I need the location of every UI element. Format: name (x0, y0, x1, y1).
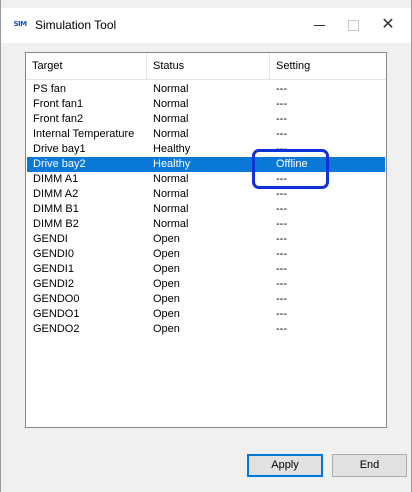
cell-setting: --- (276, 263, 287, 275)
close-icon: ✕ (381, 16, 395, 33)
cell-setting: --- (276, 218, 287, 230)
column-header-target[interactable]: Target (26, 53, 147, 79)
cell-target: Drive bay2 (33, 158, 86, 170)
app-icon: SIM (13, 20, 27, 28)
highlight-annotation (252, 149, 329, 189)
list-item[interactable]: DIMM A2 Normal --- (27, 187, 385, 202)
cell-status: Healthy (153, 158, 191, 170)
cell-target: GENDO1 (33, 308, 80, 320)
cell-setting: --- (276, 113, 287, 125)
list-item[interactable]: GENDO1 Open --- (27, 307, 385, 322)
column-header-setting[interactable]: Setting (270, 53, 386, 79)
cell-setting: --- (276, 128, 287, 140)
cell-setting: --- (276, 293, 287, 305)
list-item[interactable]: DIMM B2 Normal --- (27, 217, 385, 232)
cell-setting: --- (276, 188, 287, 200)
title-bar[interactable]: SIM Simulation Tool ✕ (1, 8, 411, 43)
list-header: Target Status Setting (26, 53, 386, 80)
cell-setting: --- (276, 98, 287, 110)
cell-target: DIMM A1 (33, 173, 79, 185)
cell-status: Normal (153, 83, 189, 95)
list-item[interactable]: DIMM A1 Normal --- (27, 172, 385, 187)
window-title: Simulation Tool (35, 18, 117, 32)
cell-status: Healthy (153, 143, 191, 155)
targets-list[interactable]: Target Status Setting PS fan Normal --- Fro… (25, 52, 387, 428)
cell-status: Normal (153, 113, 189, 125)
cell-status: Normal (153, 203, 189, 215)
list-item[interactable]: Drive bay2 Healthy Offline (27, 157, 385, 172)
cell-status: Normal (153, 218, 189, 230)
cell-setting: --- (276, 308, 287, 320)
minimize-icon (314, 25, 325, 26)
list-item[interactable]: GENDI1 Open --- (27, 262, 385, 277)
end-button[interactable]: End (332, 454, 407, 477)
cell-target: DIMM A2 (33, 188, 79, 200)
cell-target: GENDO2 (33, 323, 80, 335)
cell-target: Drive bay1 (33, 143, 86, 155)
close-button[interactable]: ✕ (365, 8, 411, 43)
cell-setting: --- (276, 248, 287, 260)
cell-target: GENDO0 (33, 293, 80, 305)
list-item[interactable]: Internal Temperature Normal --- (27, 127, 385, 142)
apply-button[interactable]: Apply (247, 454, 323, 477)
cell-status: Open (153, 323, 180, 335)
cell-setting: --- (276, 203, 287, 215)
cell-setting: --- (276, 233, 287, 245)
list-item[interactable]: GENDO0 Open --- (27, 292, 385, 307)
list-item[interactable]: PS fan Normal --- (27, 82, 385, 97)
list-item[interactable]: Drive bay1 Healthy --- (27, 142, 385, 157)
cell-target: DIMM B1 (33, 203, 79, 215)
cell-status: Open (153, 278, 180, 290)
cell-target: GENDI (33, 233, 68, 245)
cell-status: Open (153, 293, 180, 305)
list-item[interactable]: GENDI Open --- (27, 232, 385, 247)
cell-target: PS fan (33, 83, 67, 95)
maximize-icon (348, 20, 359, 31)
column-header-status[interactable]: Status (147, 53, 270, 79)
cell-target: Front fan2 (33, 113, 84, 125)
list-item[interactable]: Front fan1 Normal --- (27, 97, 385, 112)
cell-status: Open (153, 248, 180, 260)
cell-status: Open (153, 233, 180, 245)
cell-target: GENDI1 (33, 263, 74, 275)
cell-target: DIMM B2 (33, 218, 79, 230)
cell-target: Internal Temperature (33, 128, 135, 140)
cell-target: GENDI2 (33, 278, 74, 290)
cell-setting: --- (276, 278, 287, 290)
list-item[interactable]: GENDI0 Open --- (27, 247, 385, 262)
cell-status: Open (153, 308, 180, 320)
cell-status: Normal (153, 128, 189, 140)
cell-status: Normal (153, 98, 189, 110)
list-item[interactable]: GENDI2 Open --- (27, 277, 385, 292)
cell-status: Normal (153, 173, 189, 185)
list-item[interactable]: Front fan2 Normal --- (27, 112, 385, 127)
cell-status: Normal (153, 188, 189, 200)
list-item[interactable]: GENDO2 Open --- (27, 322, 385, 337)
list-item[interactable]: DIMM B1 Normal --- (27, 202, 385, 217)
simulation-tool-window: SIM Simulation Tool ✕ Target Status Sett… (0, 0, 412, 492)
cell-status: Open (153, 263, 180, 275)
cell-target: GENDI0 (33, 248, 74, 260)
cell-target: Front fan1 (33, 98, 84, 110)
cell-setting: --- (276, 323, 287, 335)
cell-setting: --- (276, 83, 287, 95)
